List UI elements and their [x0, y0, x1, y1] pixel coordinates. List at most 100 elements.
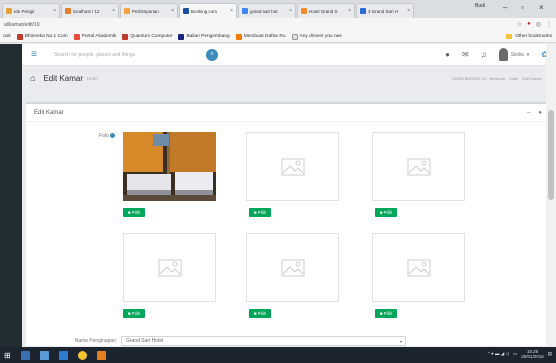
- lodging-label: Nama Penginapan: [74, 338, 116, 344]
- scrollbar-thumb[interactable]: [548, 110, 554, 200]
- bookmark-item[interactable]: Membuat Daftar Ru: [235, 33, 286, 40]
- remove-icon[interactable]: ●: [538, 110, 542, 116]
- clock[interactable]: 15:28 25/01/2016: [521, 349, 544, 359]
- breadcrumb-item[interactable]: Hotel: [509, 76, 518, 81]
- close-icon[interactable]: ×: [348, 8, 351, 14]
- app-icon[interactable]: [96, 350, 106, 360]
- image-placeholder-icon: [407, 259, 430, 276]
- user-name: Sisilia: [510, 51, 524, 58]
- user-menu[interactable]: Sisilia ▾: [498, 48, 530, 61]
- camera-icon: ■: [379, 210, 383, 215]
- browser-tab[interactable]: localhost / 12 ×: [61, 3, 119, 18]
- tray-icons[interactable]: ^ ● ▬ ◢ ◁: [488, 351, 509, 357]
- close-icon[interactable]: ×: [407, 8, 410, 14]
- photo-slot-2[interactable]: [246, 132, 339, 201]
- browser-tab-active[interactable]: Booking.com ×: [179, 3, 237, 18]
- browser-tab[interactable]: Ide Pengir ×: [2, 3, 60, 18]
- bookmark-icon: [235, 33, 242, 40]
- photo-slot-1[interactable]: [123, 132, 216, 201]
- collapse-icon[interactable]: –: [527, 110, 530, 116]
- extension-icon[interactable]: ◎: [536, 21, 541, 28]
- photo-slot-6[interactable]: [372, 233, 465, 302]
- page-subtitle: Hotel: [87, 75, 98, 81]
- bookmark-item[interactable]: Quantum Computer: [122, 33, 172, 40]
- file-explorer-icon[interactable]: [20, 350, 30, 360]
- browser-icon[interactable]: [39, 350, 49, 360]
- breadcrumb-item[interactable]: Beranda: [490, 76, 505, 81]
- pick-photo-button[interactable]: ■ Pilih: [375, 208, 397, 217]
- caret-down-icon: ▾: [399, 338, 402, 344]
- bookmark-item[interactable]: Balian Pengembang: [178, 33, 230, 40]
- pick-photo-button[interactable]: ■ Pilih: [249, 309, 271, 318]
- browser-tab[interactable]: 3 Grand Sari H ×: [356, 3, 414, 18]
- home-icon[interactable]: ⌂: [30, 73, 35, 83]
- close-icon[interactable]: ×: [171, 8, 174, 14]
- window-close-icon[interactable]: ×: [539, 3, 544, 12]
- notifications-icon[interactable]: ▤: [548, 351, 552, 357]
- folder-icon: [506, 34, 513, 39]
- room-photo: [123, 132, 216, 201]
- content-header: ⌂ Edit Kamar Hotel DISINI BEDISIE UI Ber…: [22, 67, 556, 89]
- chevron-down-icon: ▾: [526, 51, 530, 58]
- close-icon[interactable]: ×: [53, 8, 56, 14]
- pick-photo-button[interactable]: ■ Pilih: [249, 208, 271, 217]
- bookmark-icon: [291, 33, 298, 40]
- tab-label: Perhimpunan: [132, 8, 159, 14]
- tab-label: Hotel Grand S: [309, 8, 338, 14]
- close-icon[interactable]: ×: [289, 8, 292, 14]
- photo-slot-5[interactable]: [246, 233, 339, 302]
- app-icon[interactable]: [58, 350, 68, 360]
- tab-label: Booking.com: [191, 8, 218, 14]
- camera-icon: ■: [379, 311, 383, 316]
- pick-photo-button[interactable]: ■ Pilih: [375, 309, 397, 318]
- search-icon[interactable]: ⌕: [206, 48, 218, 61]
- breadcrumb-item[interactable]: DISINI BEDISIE UI: [452, 76, 486, 81]
- maximize-icon[interactable]: ▫: [521, 3, 524, 12]
- windows-start-icon[interactable]: ⊞: [4, 351, 11, 360]
- extension-icon[interactable]: ●: [527, 21, 531, 28]
- minimize-icon[interactable]: –: [503, 3, 507, 12]
- bookmark-item[interactable]: Any drivers you nee: [291, 33, 342, 40]
- bookmark-item[interactable]: Bhinneka No.1 Com: [16, 33, 68, 40]
- browser-tab[interactable]: grand sari hot ×: [238, 3, 296, 18]
- envelope-icon[interactable]: ✉: [462, 50, 469, 59]
- pick-photo-button[interactable]: ■ Pilih: [123, 309, 145, 318]
- photo-slot-4[interactable]: [123, 233, 216, 302]
- bell-icon[interactable]: ♫: [481, 50, 487, 59]
- pick-photo-button[interactable]: ■ Pilih: [123, 208, 145, 217]
- photo-slot-3[interactable]: [372, 132, 465, 201]
- close-icon[interactable]: ×: [112, 8, 115, 14]
- apps-label[interactable]: ook: [3, 34, 11, 39]
- bookmarks-bar: ook Bhinneka No.1 Com Portal Akademik Qu…: [0, 31, 556, 43]
- bookmark-icon: [178, 33, 185, 40]
- star-icon[interactable]: ☆: [517, 21, 522, 28]
- tab-favicon-icon: [360, 8, 366, 14]
- search-input[interactable]: Search for people, places and things: [46, 48, 196, 61]
- page-title: Edit Kamar: [43, 73, 84, 83]
- browser-profile-name[interactable]: Budi: [475, 3, 485, 9]
- close-icon[interactable]: ×: [230, 8, 233, 14]
- windows-taskbar: ⊞ ^ ● ▬ ◢ ◁ ▭ 15:28 25/01/2016 ▤: [0, 347, 556, 363]
- image-placeholder-icon: [281, 158, 304, 175]
- lodging-select[interactable]: Grand Sari Hotel ▾: [121, 336, 406, 346]
- bookmark-icon: [73, 33, 80, 40]
- other-bookmarks[interactable]: Other bookmarks: [506, 34, 552, 39]
- browser-tab[interactable]: Hotel Grand S ×: [297, 3, 355, 18]
- camera-icon: ■: [127, 311, 131, 316]
- keyboard-icon[interactable]: ▭: [513, 351, 517, 357]
- browser-tab[interactable]: Perhimpunan ×: [120, 3, 178, 18]
- url-text[interactable]: al/kamar/edit/19: [4, 22, 517, 28]
- photo-label: Foto: [60, 133, 115, 139]
- chrome-icon[interactable]: [77, 350, 87, 360]
- browser-tab-bar: Ide Pengir × localhost / 12 × Perhimpunan ×…: [0, 0, 556, 18]
- hamburger-menu-icon[interactable]: ≡: [22, 44, 46, 66]
- box-title: Edit Kamar: [34, 109, 64, 116]
- menu-dots-icon[interactable]: ⋮: [546, 21, 552, 28]
- notification-icon[interactable]: ●: [445, 50, 450, 59]
- tab-favicon-icon: [183, 8, 189, 14]
- address-bar[interactable]: al/kamar/edit/19 ☆ ● ◎ ⋮: [0, 18, 556, 31]
- tab-label: Ide Pengir: [14, 8, 35, 14]
- image-placeholder-icon: [407, 158, 430, 175]
- bookmark-icon: [122, 33, 129, 40]
- bookmark-item[interactable]: Portal Akademik: [73, 33, 116, 40]
